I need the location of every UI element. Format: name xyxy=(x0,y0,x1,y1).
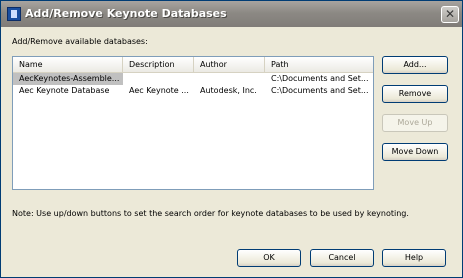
column-header-author[interactable]: Author xyxy=(194,57,265,72)
column-header-description[interactable]: Description xyxy=(123,57,194,72)
database-list[interactable]: Name Description Author Path AecKeynotes… xyxy=(12,56,374,190)
dialog-title: Add/Remove Keynote Databases xyxy=(25,7,227,20)
move-down-button[interactable]: Move Down xyxy=(382,143,448,161)
cell-description xyxy=(123,73,194,85)
column-header-name[interactable]: Name xyxy=(13,57,123,72)
close-button[interactable]: ✕ xyxy=(441,6,459,23)
cell-path: C:\Documents and Set... xyxy=(271,74,369,83)
cell-path: C:\Documents and Set... xyxy=(271,86,369,95)
remove-button[interactable]: Remove xyxy=(382,85,448,103)
cell-name: AecKeynotes-Assemble... xyxy=(13,73,123,85)
cancel-button[interactable]: Cancel xyxy=(310,249,374,267)
add-button[interactable]: Add... xyxy=(382,56,448,74)
table-row[interactable]: AecKeynotes-Assemble... C:\Documents and… xyxy=(13,73,373,85)
cell-author: Autodesk, Inc. xyxy=(200,86,257,95)
cell-author xyxy=(194,73,265,85)
column-header-path[interactable]: Path xyxy=(265,57,373,72)
ok-button[interactable]: OK xyxy=(237,249,301,267)
move-up-button[interactable]: Move Up xyxy=(382,114,448,132)
help-button[interactable]: Help xyxy=(382,249,446,267)
table-row[interactable]: Aec Keynote Database Aec Keynote ... Aut… xyxy=(13,85,373,97)
note-text: Note: Use up/down buttons to set the sea… xyxy=(12,209,409,218)
list-header: Name Description Author Path xyxy=(13,57,373,73)
dialog-window: Add/Remove Keynote Databases ✕ Add/Remov… xyxy=(0,0,463,278)
cell-name: Aec Keynote Database xyxy=(19,86,110,95)
close-icon: ✕ xyxy=(445,7,456,21)
title-bar[interactable]: Add/Remove Keynote Databases ✕ xyxy=(1,1,462,27)
keynote-app-icon xyxy=(7,7,21,21)
cell-description: Aec Keynote ... xyxy=(129,86,189,95)
section-label: Add/Remove available databases: xyxy=(12,37,148,46)
